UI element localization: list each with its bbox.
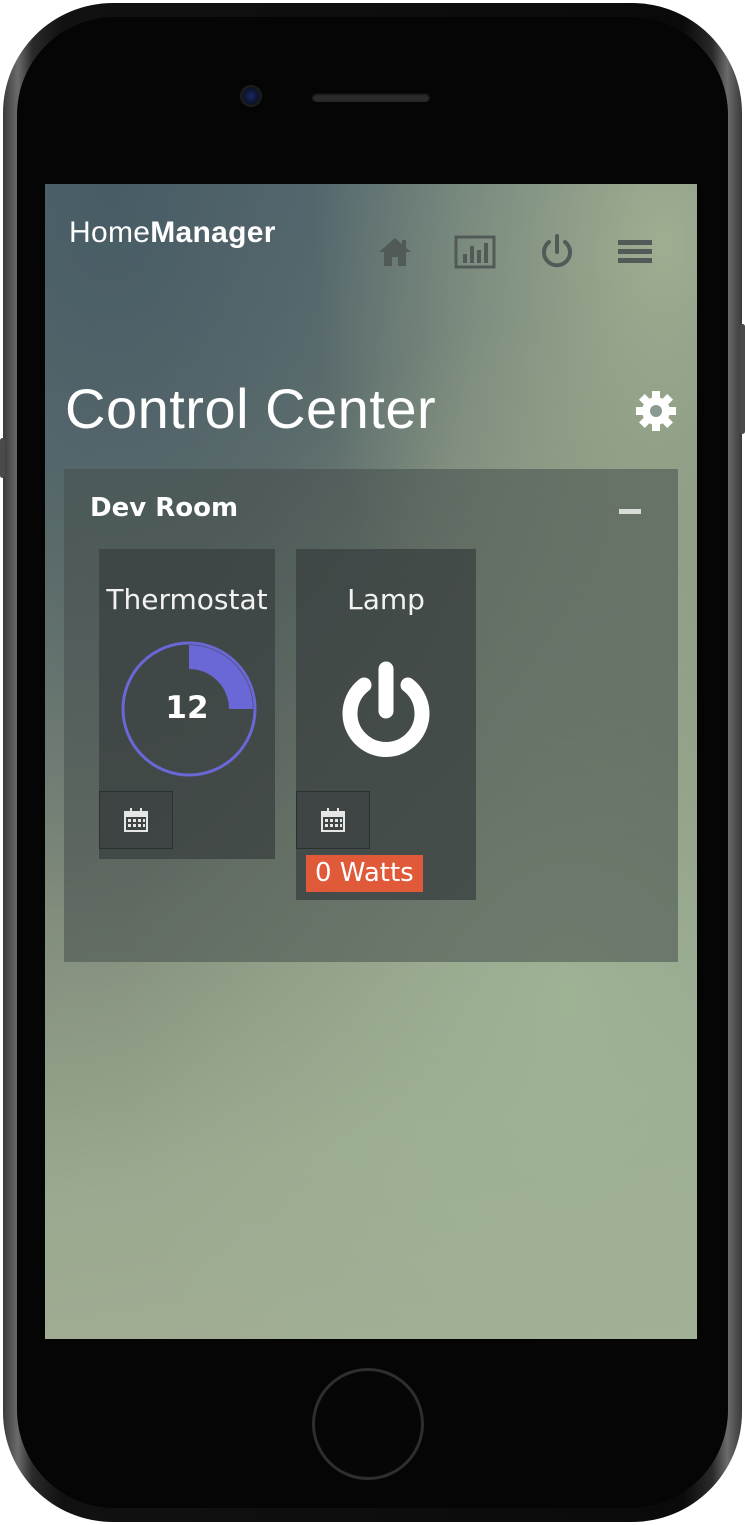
- side-button: [740, 324, 745, 434]
- home-hardware-button[interactable]: [312, 1368, 424, 1480]
- thermostat-value: 12: [165, 690, 209, 726]
- home-icon[interactable]: [375, 232, 415, 276]
- page-title: Control Center: [65, 377, 437, 440]
- chart-icon[interactable]: [453, 232, 497, 276]
- room-title: Dev Room: [90, 493, 239, 523]
- menu-icon[interactable]: [615, 232, 655, 276]
- calendar-icon: [321, 808, 345, 832]
- camera-icon: [240, 85, 262, 107]
- app-screen: HomeManager Control Center Dev Room Ther…: [45, 184, 697, 1339]
- app-brand[interactable]: HomeManager: [69, 216, 276, 250]
- thermostat-tile[interactable]: Thermostat 12: [99, 549, 275, 859]
- lamp-label: Lamp: [347, 583, 425, 616]
- collapse-icon[interactable]: [619, 509, 641, 514]
- volume-button: [0, 438, 5, 478]
- speaker-grille: [312, 93, 430, 102]
- gear-icon[interactable]: [635, 390, 677, 436]
- lamp-tile[interactable]: Lamp 0 Watts: [296, 549, 476, 900]
- power-icon[interactable]: [537, 232, 577, 276]
- lamp-power-badge: 0 Watts: [306, 855, 423, 892]
- calendar-icon: [124, 808, 148, 832]
- room-panel: Dev Room Thermostat 12 Lamp 0 Watts: [64, 469, 678, 962]
- lamp-schedule-button[interactable]: [296, 791, 370, 849]
- lamp-power-button[interactable]: [336, 661, 436, 765]
- thermostat-label: Thermostat: [106, 583, 268, 616]
- brand-prefix: Home: [69, 216, 151, 249]
- brand-suffix: Manager: [150, 216, 276, 249]
- thermostat-schedule-button[interactable]: [99, 791, 173, 849]
